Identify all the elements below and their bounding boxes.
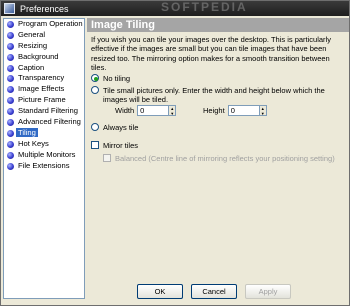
sidebar-item-label: File Extensions (18, 160, 70, 170)
height-field: Height ▲▼ (203, 105, 267, 116)
window-title: Preferences (20, 3, 69, 14)
tile-small-label: Tile small pictures only. Enter the widt… (103, 86, 325, 105)
sidebar-item-file-extensions[interactable]: File Extensions (4, 161, 84, 172)
sidebar-item-picture-frame[interactable]: Picture Frame (4, 95, 84, 106)
sidebar-item-standard-filtering[interactable]: Standard Filtering (4, 106, 84, 117)
width-spinner[interactable]: ▲ ▼ (169, 105, 177, 116)
sidebar-item-label: Caption (18, 62, 45, 72)
sidebar-item-label: Picture Frame (18, 95, 66, 105)
checkbox-icon (103, 154, 111, 162)
preferences-window: Preferences SOFTPEDIA Program Operation G… (0, 0, 350, 306)
mirror-tiles-checkbox[interactable]: Mirror tiles (91, 141, 138, 150)
mirror-tiles-label: Mirror tiles (103, 141, 138, 150)
bullet-icon (7, 140, 14, 148)
height-label: Height (203, 106, 225, 115)
watermark: SOFTPEDIA (161, 0, 248, 14)
sidebar-item-label: Background (18, 51, 59, 61)
sidebar-item-label: Hot Keys (18, 138, 49, 148)
bullet-icon (7, 21, 14, 28)
description-text: If you wish you can tile your images ove… (91, 35, 331, 72)
sidebar-item-label: Program Operation (18, 19, 83, 28)
bullet-icon (7, 31, 14, 39)
sidebar-item-background[interactable]: Background (4, 52, 84, 63)
bullet-icon (7, 162, 14, 170)
sidebar-item-label: General (18, 29, 46, 39)
no-tiling-label: No tiling (103, 74, 131, 83)
sidebar-item-label: Resizing (18, 40, 48, 50)
width-field: Width ▲▼ (115, 105, 177, 116)
radio-icon (91, 123, 99, 131)
height-spinner[interactable]: ▲ ▼ (259, 105, 267, 116)
spin-down-icon[interactable]: ▼ (169, 111, 175, 116)
sidebar-item-label: Transparency (18, 73, 65, 83)
checkbox-icon (91, 141, 99, 149)
sidebar-item-label: Multiple Monitors (18, 149, 76, 159)
radio-selected-icon (91, 74, 99, 82)
title-bar[interactable]: Preferences SOFTPEDIA (1, 0, 349, 16)
sidebar-item-tiling[interactable]: Tiling (4, 127, 84, 139)
sidebar-item-label: Standard Filtering (18, 106, 78, 116)
always-tile-label: Always tile (103, 123, 139, 132)
height-input[interactable] (227, 105, 260, 116)
no-tiling-radio[interactable]: No tiling (91, 74, 130, 83)
sidebar-item-advanced-filtering[interactable]: Advanced Filtering (4, 117, 84, 128)
width-label: Width (115, 106, 135, 115)
category-tree[interactable]: Program Operation General Resizing Backgrou… (3, 18, 85, 299)
sidebar-item-program-operation[interactable]: Program Operation (4, 19, 84, 30)
bullet-icon (7, 97, 14, 105)
sidebar-item-label: Tiling (16, 127, 38, 137)
app-icon (4, 3, 15, 14)
balanced-label: Balanced (Centre line of mirroring refle… (115, 154, 335, 163)
sidebar-item-general[interactable]: General (4, 30, 84, 41)
width-input[interactable] (137, 105, 170, 116)
sidebar-item-multiple-monitors[interactable]: Multiple Monitors (4, 150, 84, 161)
bullet-icon (7, 53, 14, 61)
radio-icon (91, 86, 99, 94)
sidebar-item-caption[interactable]: Caption (4, 63, 84, 74)
always-tile-radio[interactable]: Always tile (91, 123, 138, 132)
bullet-icon (7, 75, 14, 83)
sidebar-item-label: Advanced Filtering (18, 117, 81, 127)
tiling-panel: Image Tiling If you wish you can tile yo… (87, 18, 349, 278)
balanced-checkbox[interactable]: Balanced (Centre line of mirroring refle… (103, 154, 335, 163)
bullet-icon (7, 151, 14, 159)
tile-small-radio[interactable]: Tile small pictures only. Enter the widt… (91, 86, 341, 105)
bullet-icon (7, 108, 14, 116)
sidebar-item-image-effects[interactable]: Image Effects (4, 84, 84, 95)
bullet-icon (7, 86, 14, 94)
sidebar-item-resizing[interactable]: Resizing (4, 41, 84, 52)
ok-button[interactable]: OK (137, 284, 183, 299)
sidebar-item-label: Image Effects (18, 84, 65, 94)
bullet-icon (7, 119, 14, 127)
bullet-icon (7, 129, 14, 137)
sidebar-item-hot-keys[interactable]: Hot Keys (4, 139, 84, 150)
bullet-icon (7, 64, 14, 72)
bullet-icon (7, 42, 14, 50)
apply-button[interactable]: Apply (245, 284, 291, 299)
spin-down-icon[interactable]: ▼ (260, 111, 266, 116)
cancel-button[interactable]: Cancel (191, 284, 237, 299)
sidebar-item-transparency[interactable]: Transparency (4, 73, 84, 84)
page-title: Image Tiling (87, 18, 349, 32)
